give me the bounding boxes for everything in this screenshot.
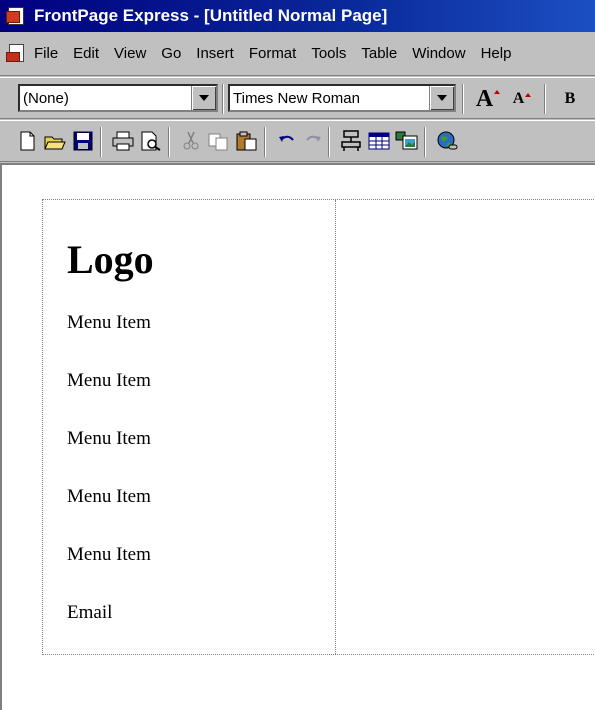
cut-button[interactable]: [178, 127, 204, 155]
copy-button[interactable]: [206, 127, 232, 155]
table-grid-icon: [368, 132, 390, 150]
decrease-font-size-button[interactable]: A: [508, 84, 536, 114]
save-disk-icon: [73, 131, 93, 151]
toolbar-separator: [168, 127, 170, 157]
bold-button[interactable]: B: [556, 84, 584, 114]
menu-edit[interactable]: Edit: [73, 45, 99, 62]
menu-item-3[interactable]: Menu Item: [67, 428, 151, 450]
menu-item-5[interactable]: Menu Item: [67, 544, 151, 566]
standard-toolbar: [0, 120, 595, 162]
image-icon: [395, 131, 418, 150]
redo-arrow-icon: [306, 135, 321, 142]
open-folder-icon: [44, 136, 66, 150]
style-select-value: (None): [23, 89, 69, 107]
copy-icon: [208, 133, 228, 151]
toolbar-separator: [328, 127, 330, 157]
font-dropdown-arrow-icon[interactable]: [429, 86, 454, 110]
print-preview-button[interactable]: [138, 127, 164, 155]
layout-table[interactable]: Logo Menu Item Menu Item Menu Item Menu …: [42, 199, 595, 655]
undo-button[interactable]: [274, 127, 300, 155]
window-title: FrontPage Express - [Untitled Normal Pag…: [34, 6, 388, 25]
new-page-button[interactable]: [14, 127, 40, 155]
menu-window[interactable]: Window: [412, 45, 465, 62]
frontpage-app-icon[interactable]: [6, 6, 28, 26]
redo-button[interactable]: [300, 127, 326, 155]
decrease-font-glyph: A: [512, 90, 525, 107]
toolbar-separator: [462, 84, 464, 114]
toolbar-separator: [100, 127, 102, 157]
font-select[interactable]: Times New Roman: [228, 84, 456, 112]
globe-link-icon: [437, 131, 458, 150]
style-dropdown-arrow-icon[interactable]: [191, 86, 216, 110]
logo-heading[interactable]: Logo: [67, 236, 154, 283]
menu-view[interactable]: View: [114, 45, 146, 62]
increase-font-size-button[interactable]: A: [472, 84, 504, 114]
undo-arrow-icon: [279, 135, 294, 142]
paste-button[interactable]: [234, 127, 260, 155]
menu-bar: File Edit View Go Insert Format Tools Ta…: [0, 32, 595, 76]
email-link[interactable]: Email: [67, 602, 112, 624]
menu-insert[interactable]: Insert: [196, 45, 234, 62]
menu-file[interactable]: File: [34, 45, 58, 62]
insert-table-button[interactable]: [366, 127, 392, 155]
toolbar-separator: [222, 84, 224, 114]
format-toolbar: (None) Times New Roman A A B: [0, 77, 595, 119]
menu-item-2[interactable]: Menu Item: [67, 370, 151, 392]
toolbar-separator: [544, 84, 546, 114]
font-select-value: Times New Roman: [233, 89, 360, 107]
save-button[interactable]: [70, 127, 96, 155]
menu-tools[interactable]: Tools: [311, 45, 346, 62]
title-bar: FrontPage Express - [Untitled Normal Pag…: [0, 0, 595, 32]
table-cell-divider: [335, 200, 336, 654]
bold-glyph: B: [564, 90, 576, 107]
menu-help[interactable]: Help: [481, 45, 512, 62]
toolbar-separator: [264, 127, 266, 157]
style-select[interactable]: (None): [18, 84, 218, 112]
insert-image-button[interactable]: [394, 127, 420, 155]
hyperlink-button[interactable]: [434, 127, 460, 155]
menu-format[interactable]: Format: [249, 45, 297, 62]
menu-item-1[interactable]: Menu Item: [67, 312, 151, 334]
scissors-icon: [183, 131, 199, 150]
document-icon[interactable]: [6, 43, 28, 64]
form-field-icon: [341, 130, 361, 151]
paste-clipboard-icon: [236, 131, 257, 151]
menu-item-4[interactable]: Menu Item: [67, 486, 151, 508]
print-preview-icon: [141, 131, 161, 151]
insert-form-field-button[interactable]: [338, 127, 364, 155]
open-button[interactable]: [42, 127, 68, 155]
print-button[interactable]: [110, 127, 136, 155]
menu-go[interactable]: Go: [161, 45, 181, 62]
new-page-icon: [20, 131, 35, 151]
toolbar-separator: [424, 127, 426, 157]
editing-canvas[interactable]: Logo Menu Item Menu Item Menu Item Menu …: [0, 163, 595, 710]
printer-icon: [112, 131, 134, 151]
increase-font-glyph: A: [475, 85, 494, 112]
menu-table[interactable]: Table: [361, 45, 397, 62]
